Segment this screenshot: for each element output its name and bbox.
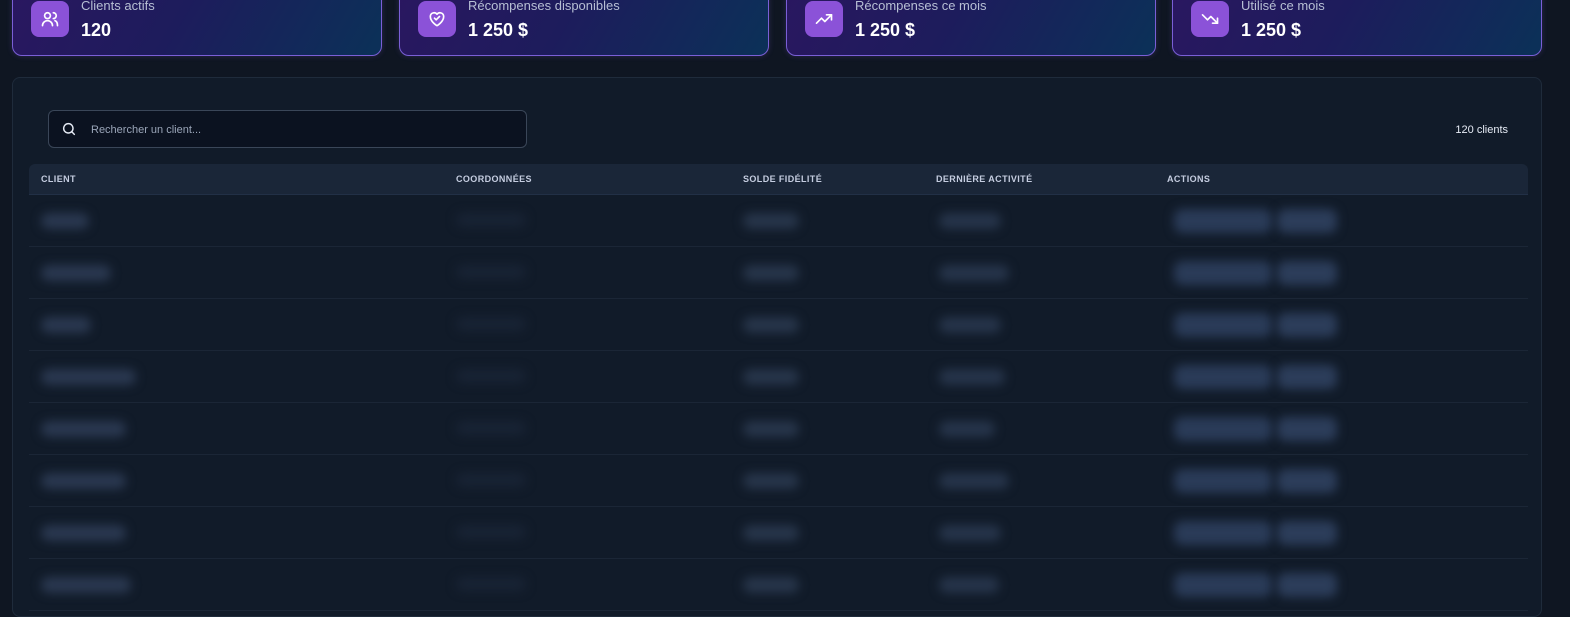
action-button-placeholder [1277, 521, 1337, 545]
column-header-client: CLIENT [41, 174, 76, 184]
coordinates-cell-placeholder [456, 421, 526, 435]
table-row[interactable] [29, 507, 1528, 559]
action-button-placeholder [1277, 417, 1337, 441]
coordinates-cell-placeholder [456, 265, 526, 279]
coordinates-cell-placeholder [456, 577, 526, 591]
stats-row: Clients actifs 120 Récompenses disponibl… [12, 0, 1542, 58]
last-activity-cell-placeholder [939, 421, 995, 437]
client-cell-placeholder [41, 317, 91, 333]
balance-cell-placeholder [743, 265, 799, 281]
search-box[interactable] [48, 110, 527, 148]
stat-label: Clients actifs [81, 0, 155, 13]
action-button-placeholder [1277, 209, 1337, 233]
search-input[interactable] [89, 118, 513, 142]
action-button-placeholder [1174, 469, 1272, 493]
client-cell-placeholder [41, 421, 126, 437]
stat-value: 1 250 $ [855, 20, 916, 40]
stat-label: Utilisé ce mois [1241, 0, 1325, 13]
last-activity-cell-placeholder [939, 369, 1005, 385]
table-row[interactable] [29, 247, 1528, 299]
stat-card-used-month: Utilisé ce mois 1 250 $ [1172, 0, 1542, 56]
stat-card-rewards-month: Récompenses ce mois 1 250 $ [786, 0, 1156, 56]
coordinates-cell-placeholder [456, 369, 526, 383]
trending-down-icon [1191, 1, 1229, 37]
action-button-placeholder [1277, 573, 1337, 597]
balance-cell-placeholder [743, 473, 799, 489]
last-activity-cell-placeholder [939, 265, 1009, 281]
balance-cell-placeholder [743, 577, 799, 593]
heart-handshake-icon [418, 1, 456, 37]
coordinates-cell-placeholder [456, 525, 526, 539]
client-cell-placeholder [41, 525, 126, 541]
balance-cell-placeholder [743, 369, 799, 385]
client-cell-placeholder [41, 369, 136, 385]
action-button-placeholder [1277, 261, 1337, 285]
client-cell-placeholder [41, 265, 111, 281]
column-header-coordinates: COORDONNÉES [456, 174, 532, 184]
coordinates-cell-placeholder [456, 317, 526, 331]
stat-label: Récompenses disponibles [468, 0, 620, 13]
action-button-placeholder [1174, 573, 1272, 597]
table-row[interactable] [29, 299, 1528, 351]
trending-up-icon [805, 1, 843, 37]
clients-table: CLIENT COORDONNÉES SOLDE FIDÉLITÉ DERNIÈ… [29, 164, 1528, 611]
table-row[interactable] [29, 195, 1528, 247]
last-activity-cell-placeholder [939, 525, 1001, 541]
last-activity-cell-placeholder [939, 577, 999, 593]
stat-value: 1 250 $ [468, 20, 529, 40]
table-header: CLIENT COORDONNÉES SOLDE FIDÉLITÉ DERNIÈ… [29, 164, 1528, 195]
stat-card-rewards-available: Récompenses disponibles 1 250 $ [399, 0, 769, 56]
action-button-placeholder [1174, 261, 1272, 285]
clients-panel: 120 clients CLIENT COORDONNÉES SOLDE FID… [12, 77, 1542, 617]
stat-card-active-clients: Clients actifs 120 [12, 0, 382, 56]
stat-value: 120 [81, 20, 112, 40]
client-cell-placeholder [41, 577, 131, 593]
table-row[interactable] [29, 403, 1528, 455]
client-count: 120 clients [1455, 124, 1508, 136]
balance-cell-placeholder [743, 213, 799, 229]
last-activity-cell-placeholder [939, 317, 1001, 333]
search-icon [61, 121, 77, 142]
coordinates-cell-placeholder [456, 213, 526, 227]
users-icon [31, 1, 69, 37]
action-button-placeholder [1174, 417, 1272, 441]
column-header-loyalty-balance: SOLDE FIDÉLITÉ [743, 174, 823, 184]
action-button-placeholder [1277, 313, 1337, 337]
stat-label: Récompenses ce mois [855, 0, 987, 13]
action-button-placeholder [1277, 365, 1337, 389]
balance-cell-placeholder [743, 317, 799, 333]
column-header-actions: ACTIONS [1167, 174, 1211, 184]
coordinates-cell-placeholder [456, 473, 526, 487]
table-row[interactable] [29, 559, 1528, 611]
last-activity-cell-placeholder [939, 213, 1001, 229]
action-button-placeholder [1174, 209, 1272, 233]
client-cell-placeholder [41, 213, 89, 229]
table-body [29, 195, 1528, 611]
balance-cell-placeholder [743, 421, 799, 437]
balance-cell-placeholder [743, 525, 799, 541]
action-button-placeholder [1174, 313, 1272, 337]
column-header-last-activity: DERNIÈRE ACTIVITÉ [936, 174, 1033, 184]
last-activity-cell-placeholder [939, 473, 1009, 489]
action-button-placeholder [1174, 521, 1272, 545]
table-row[interactable] [29, 351, 1528, 403]
client-cell-placeholder [41, 473, 126, 489]
action-button-placeholder [1174, 365, 1272, 389]
stat-value: 1 250 $ [1241, 20, 1302, 40]
action-button-placeholder [1277, 469, 1337, 493]
table-row[interactable] [29, 455, 1528, 507]
